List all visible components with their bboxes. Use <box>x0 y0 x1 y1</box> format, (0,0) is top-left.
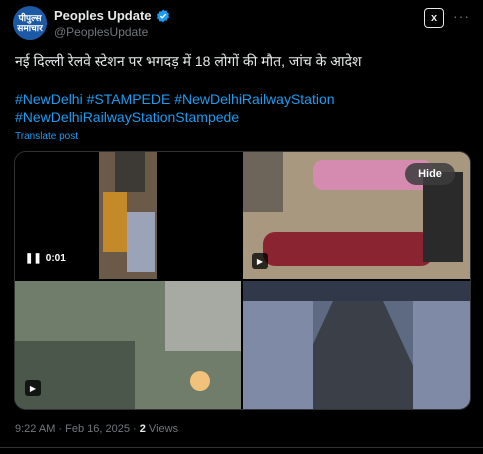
author-row: Peoples Update <box>54 8 170 23</box>
media-grid: ❚❚ 0:01 Hide ▶ ▶ <box>14 151 471 410</box>
translate-post-link[interactable]: Translate post <box>15 131 78 142</box>
avatar[interactable]: पीपुल्स समाचार <box>13 6 47 40</box>
video-cell-2[interactable]: Hide ▶ <box>243 152 470 279</box>
video-cell-1[interactable]: ❚❚ 0:01 <box>15 152 241 279</box>
post-timestamp[interactable]: 9:22 AM · Feb 16, 2025 · <box>15 423 140 435</box>
video-frame-4 <box>243 281 470 409</box>
post-meta: 9:22 AM · Feb 16, 2025 · 2 Views <box>15 423 178 435</box>
post: पीपुल्स समाचार Peoples Update @PeoplesUp… <box>0 0 483 454</box>
hide-button[interactable]: Hide <box>405 163 455 185</box>
display-name[interactable]: Peoples Update <box>54 8 152 23</box>
video-time: 0:01 <box>45 253 66 264</box>
hashtags-line-1[interactable]: #NewDelhi #STAMPEDE #NewDelhiRailwayStat… <box>15 90 335 108</box>
play-icon[interactable]: ▶ <box>252 253 268 269</box>
divider <box>0 447 483 448</box>
verified-badge-icon <box>156 9 169 22</box>
more-icon[interactable]: ··· <box>453 8 470 24</box>
post-headline: नई दिल्ली रेलवे स्टेशन पर भगदड़ में 18 ल… <box>15 53 362 69</box>
pause-icon[interactable]: ❚❚ <box>25 253 42 264</box>
video-timestamp: ❚❚ 0:01 <box>25 253 66 264</box>
grok-icon[interactable]: x <box>424 8 444 28</box>
video-frame-3 <box>15 281 241 409</box>
video-cell-3[interactable]: ▶ <box>15 281 241 409</box>
play-icon[interactable]: ▶ <box>25 380 41 396</box>
author-handle[interactable]: @PeoplesUpdate <box>54 25 148 39</box>
views-label: Views <box>145 423 179 435</box>
avatar-text: पीपुल्स समाचार <box>17 13 43 33</box>
video-cell-4[interactable] <box>243 281 470 409</box>
hashtags-line-2[interactable]: #NewDelhiRailwayStationStampede <box>15 108 239 126</box>
